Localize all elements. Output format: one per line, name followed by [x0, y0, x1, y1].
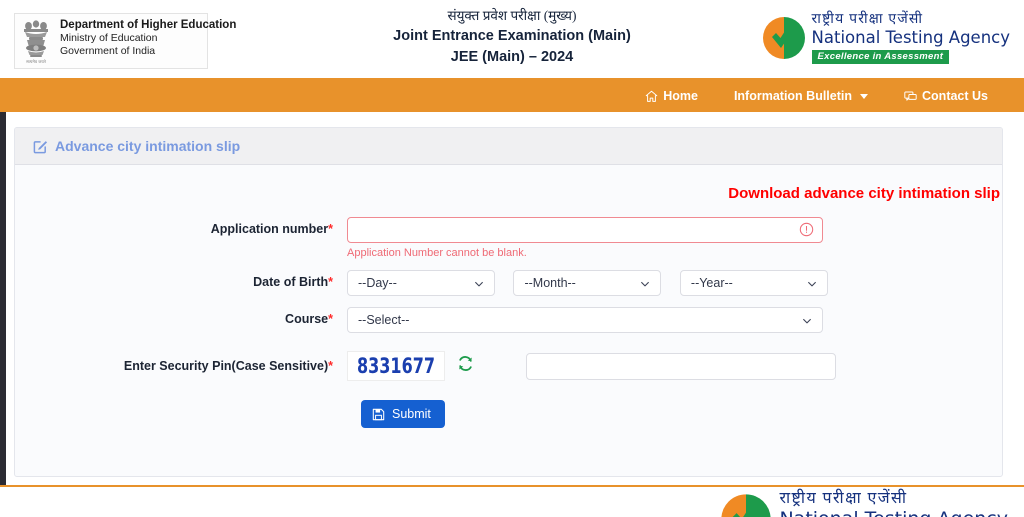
dob-day-select[interactable]: --Day--	[347, 270, 495, 296]
form-row-security-pin: Enter Security Pin(Case Sensitive)* 8331…	[15, 351, 1002, 381]
card-title-label: Advance city intimation slip	[55, 138, 241, 154]
download-heading: Download advance city intimation slip	[728, 185, 1000, 202]
page-body: Advance city intimation slip Download ad…	[0, 112, 1024, 485]
course-value: --Select--	[358, 313, 410, 327]
chat-icon	[904, 90, 917, 103]
dob-day-value: --Day--	[358, 276, 397, 290]
main-navigation: Home Information Bulletin Contact Us	[0, 80, 1024, 112]
site-footer: राष्ट्रीय परीक्षा एजेंसी National Testin…	[0, 485, 1024, 517]
application-number-label: Application number*	[15, 217, 347, 236]
chevron-down-icon	[802, 315, 812, 325]
form-row-application-number: Application number* Application Number c…	[15, 217, 1002, 259]
svg-text:सत्यमेव जयते: सत्यमेव जयते	[26, 59, 46, 64]
nta-checkmark-icon	[720, 492, 772, 517]
ashoka-emblem-icon: सत्यमेव जयते	[19, 17, 53, 65]
home-icon	[645, 90, 658, 103]
refresh-captcha-button[interactable]	[457, 355, 474, 377]
dob-year-value: --Year--	[690, 276, 733, 290]
site-header: सत्यमेव जयते Department of Higher Educat…	[0, 0, 1024, 80]
save-icon	[372, 408, 385, 421]
date-of-birth-label-text: Date of Birth	[253, 275, 329, 289]
refresh-icon	[457, 355, 474, 377]
gov-logo-line1: Department of Higher Education	[60, 19, 237, 31]
advance-city-intimation-card: Advance city intimation slip Download ad…	[14, 127, 1003, 477]
nav-item-information-bulletin-label: Information Bulletin	[733, 89, 853, 103]
intimation-form: Application number* Application Number c…	[15, 217, 1002, 428]
captcha-image: 8331677	[347, 351, 445, 381]
form-row-date-of-birth: Date of Birth* --Day-- --Month-- --Year-…	[15, 270, 1002, 296]
dob-month-select[interactable]: --Month--	[513, 270, 662, 296]
chevron-down-icon	[860, 93, 869, 99]
dob-year-select[interactable]: --Year--	[679, 270, 828, 296]
page-root: सत्यमेव जयते Department of Higher Educat…	[0, 0, 1024, 517]
nav-item-contact-us-label: Contact Us	[922, 89, 988, 103]
submit-button-label: Submit	[392, 407, 431, 421]
nav-item-home-label: Home	[663, 89, 698, 103]
security-pin-label: Enter Security Pin(Case Sensitive)*	[15, 351, 347, 373]
nta-logo-header: राष्ट्रीय परीक्षा एजेंसी National Testin…	[762, 12, 1010, 64]
course-label: Course*	[15, 307, 347, 326]
edit-square-icon	[33, 139, 48, 154]
nta-tagline: Excellence in Assessment	[811, 50, 950, 64]
course-select[interactable]: --Select--	[347, 307, 823, 333]
government-logo: सत्यमेव जयते Department of Higher Educat…	[14, 13, 236, 69]
chevron-down-icon	[807, 278, 817, 288]
security-pin-input[interactable]	[526, 352, 836, 380]
nta-logo-footer: राष्ट्रीय परीक्षा एजेंसी National Testin…	[720, 490, 1008, 517]
gov-logo-line2: Ministry of Education	[60, 32, 158, 44]
nav-item-home[interactable]: Home	[627, 80, 716, 112]
download-heading-wrap: Download advance city intimation slip	[15, 185, 1002, 203]
date-of-birth-label: Date of Birth*	[15, 270, 347, 289]
required-asterisk: *	[328, 312, 333, 326]
nav-item-information-bulletin[interactable]: Information Bulletin	[716, 80, 886, 112]
required-asterisk: *	[328, 275, 333, 289]
gov-logo-line3: Government of India	[60, 45, 156, 57]
application-number-input[interactable]	[347, 217, 823, 243]
application-number-label-text: Application number	[210, 222, 329, 236]
security-pin-label-text: Enter Security Pin(Case Sensitive)	[123, 359, 329, 373]
svg-text:8331677: 8331677	[357, 354, 435, 378]
form-row-course: Course* --Select--	[15, 307, 1002, 333]
dob-month-value: --Month--	[524, 276, 576, 290]
chevron-down-icon	[474, 278, 484, 288]
course-label-text: Course	[285, 312, 329, 326]
submit-button[interactable]: Submit	[361, 400, 445, 428]
nta-english-text-footer: National Testing Agency	[779, 508, 1008, 517]
required-asterisk: *	[328, 359, 333, 373]
form-row-submit: Submit	[15, 400, 1002, 428]
nta-english-text: National Testing Agency	[811, 28, 1010, 47]
chevron-down-icon	[640, 278, 650, 288]
nav-item-contact-us[interactable]: Contact Us	[886, 80, 1006, 112]
card-title-group: Advance city intimation slip	[33, 138, 240, 154]
nta-hindi-text-footer: राष्ट्रीय परीक्षा एजेंसी	[779, 490, 908, 507]
application-number-error: Application Number cannot be blank.	[347, 247, 527, 259]
required-asterisk: *	[328, 222, 333, 236]
nta-checkmark-icon	[762, 15, 806, 61]
nta-hindi-text: राष्ट्रीय परीक्षा एजेंसी	[811, 12, 924, 27]
card-header: Advance city intimation slip	[15, 128, 1002, 165]
